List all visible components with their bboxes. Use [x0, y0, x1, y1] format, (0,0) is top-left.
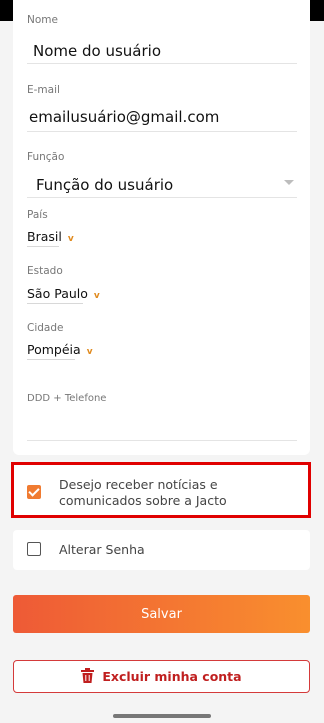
highlight-frame	[11, 462, 311, 518]
state-select[interactable]: São Paulo v	[27, 286, 100, 301]
change-password-checkbox[interactable]	[27, 542, 41, 556]
function-select[interactable]: Função do usuário	[36, 176, 173, 194]
city-label: Cidade	[27, 322, 64, 334]
name-label: Nome	[27, 14, 58, 26]
city-select[interactable]: Pompéia v	[27, 342, 93, 357]
email-field[interactable]: emailusuário@gmail.com	[29, 108, 219, 126]
chevron-down-icon: v	[67, 234, 74, 244]
state-value: São Paulo	[27, 286, 88, 301]
function-underline	[27, 197, 297, 198]
state-underline	[27, 303, 83, 304]
change-password-label: Alterar Senha	[59, 542, 145, 557]
dropdown-caret-icon[interactable]	[284, 180, 294, 185]
save-button-label: Salvar	[141, 606, 182, 622]
trash-icon	[81, 667, 95, 686]
country-underline	[27, 246, 59, 247]
home-indicator	[113, 714, 211, 718]
city-value: Pompéia	[27, 342, 81, 357]
change-password-option[interactable]: Alterar Senha	[13, 530, 310, 570]
country-select[interactable]: Brasil v	[27, 229, 74, 244]
city-underline	[27, 359, 75, 360]
name-underline	[27, 63, 297, 64]
country-label: País	[27, 209, 48, 221]
phone-label: DDD + Telefone	[27, 393, 107, 404]
email-label: E-mail	[27, 84, 60, 96]
phone-underline	[27, 440, 297, 441]
chevron-down-icon: v	[86, 347, 93, 357]
function-label: Função	[27, 151, 65, 163]
country-value: Brasil	[27, 229, 62, 244]
delete-account-button[interactable]: Excluir minha conta	[13, 660, 310, 693]
profile-form-card: Nome Nome do usuário E-mail emailusuário…	[13, 0, 310, 455]
email-underline	[27, 131, 297, 132]
delete-account-label: Excluir minha conta	[102, 669, 242, 684]
name-field[interactable]: Nome do usuário	[33, 42, 161, 60]
state-label: Estado	[27, 265, 63, 277]
chevron-down-icon: v	[93, 291, 100, 301]
save-button[interactable]: Salvar	[13, 595, 310, 633]
